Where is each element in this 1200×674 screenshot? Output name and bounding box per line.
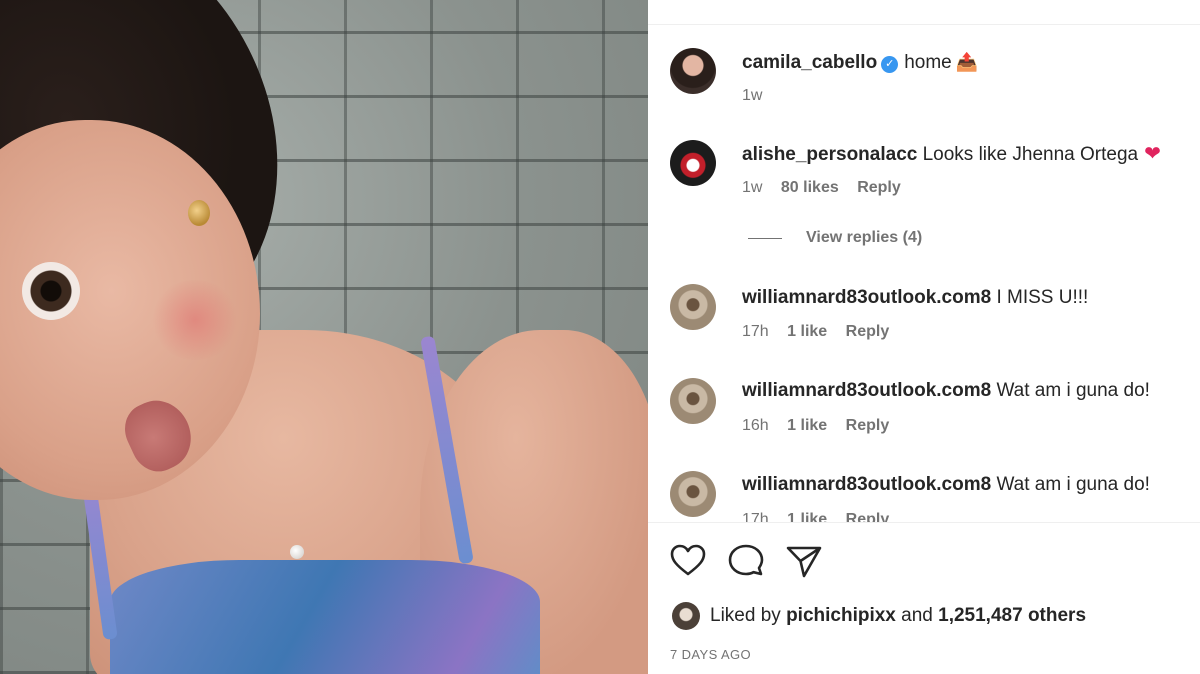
comment-body: Wat am i guna do! <box>996 474 1150 495</box>
comment-time[interactable]: 16h <box>742 417 769 434</box>
likes-prefix: Liked by <box>710 605 781 626</box>
owner-username[interactable]: camila_cabello <box>742 52 877 73</box>
view-replies-button[interactable]: View replies (4) <box>748 229 922 247</box>
comment-meta: 16h 1 like Reply <box>742 416 903 436</box>
caption-text: home <box>904 52 952 73</box>
photo-top <box>110 560 540 674</box>
reply-button[interactable]: Reply <box>846 511 890 522</box>
likes-count[interactable]: 1,251,487 others <box>938 605 1086 627</box>
comment-meta: 17h 1 like Reply <box>742 322 903 342</box>
photo-pendant <box>290 545 304 559</box>
view-replies-label: View replies (4) <box>806 229 923 246</box>
comment-body: Wat am i guna do! <box>996 380 1150 401</box>
comment-text: williamnard83outlook.com8 I MISS U!!! <box>742 286 1088 310</box>
photo-earring <box>188 200 210 226</box>
comment-meta: 17h 1 like Reply <box>742 510 903 522</box>
comment-text: alishe_personalacc Looks like Jhenna Ort… <box>742 142 1161 167</box>
action-bar: Liked by pichichipixx and 1,251,487 othe… <box>648 522 1200 674</box>
photo-cheek <box>150 280 240 360</box>
comment-likes[interactable]: 1 like <box>787 323 827 340</box>
comments-list[interactable]: camila_cabello ✓ home 📤 1w alishe_personala… <box>648 26 1200 522</box>
comment-username[interactable]: williamnard83outlook.com8 <box>742 380 991 401</box>
comment-likes[interactable]: 80 likes <box>781 179 839 196</box>
comment-username[interactable]: williamnard83outlook.com8 <box>742 287 991 308</box>
post-photo[interactable] <box>0 0 648 674</box>
likes-connector: and <box>901 605 933 626</box>
comment-body: Looks like Jhenna Ortega <box>922 144 1139 165</box>
share-icon[interactable] <box>784 541 824 581</box>
view-replies-line <box>748 237 782 239</box>
commenter-avatar[interactable] <box>670 378 716 424</box>
panel-header <box>648 0 1200 25</box>
commenter-avatar[interactable] <box>670 284 716 330</box>
comment-likes[interactable]: 1 like <box>787 511 827 522</box>
comment-username[interactable]: williamnard83outlook.com8 <box>742 474 991 495</box>
liker-avatar[interactable] <box>672 602 700 630</box>
comment-text: williamnard83outlook.com8 Wat am i guna … <box>742 379 1150 403</box>
photo-eye <box>22 262 80 320</box>
owner-caption: camila_cabello ✓ home 📤 <box>742 50 978 75</box>
comment-time[interactable]: 17h <box>742 323 769 340</box>
caption-emoji: 📤 <box>955 52 979 72</box>
heart-icon[interactable] <box>668 541 708 581</box>
verified-badge-icon: ✓ <box>881 56 899 73</box>
post-side-panel: camila_cabello ✓ home 📤 1w alishe_personala… <box>648 0 1200 674</box>
comment-body: I MISS U!!! <box>996 287 1089 308</box>
post-date[interactable]: 7 DAYS AGO <box>670 647 751 662</box>
owner-meta: 1w <box>742 86 776 106</box>
comment-meta: 1w 80 likes Reply <box>742 178 915 198</box>
reply-button[interactable]: Reply <box>846 417 890 434</box>
comment-icon[interactable] <box>726 541 766 581</box>
comment-text: williamnard83outlook.com8 Wat am i guna … <box>742 473 1150 497</box>
liker-username[interactable]: pichichipixx <box>786 605 896 627</box>
heart-emoji: ❤ <box>1144 143 1161 165</box>
comment-time[interactable]: 17h <box>742 511 769 522</box>
comment-time[interactable]: 1w <box>742 179 762 196</box>
commenter-avatar[interactable] <box>670 140 716 186</box>
likes-summary[interactable]: Liked by pichichipixx and 1,251,487 othe… <box>672 602 1086 630</box>
comment-username[interactable]: alishe_personalacc <box>742 144 917 165</box>
reply-button[interactable]: Reply <box>857 179 901 196</box>
owner-time[interactable]: 1w <box>742 87 762 104</box>
owner-avatar[interactable] <box>670 48 716 94</box>
comment-likes[interactable]: 1 like <box>787 417 827 434</box>
commenter-avatar[interactable] <box>670 471 716 517</box>
reply-button[interactable]: Reply <box>846 323 890 340</box>
